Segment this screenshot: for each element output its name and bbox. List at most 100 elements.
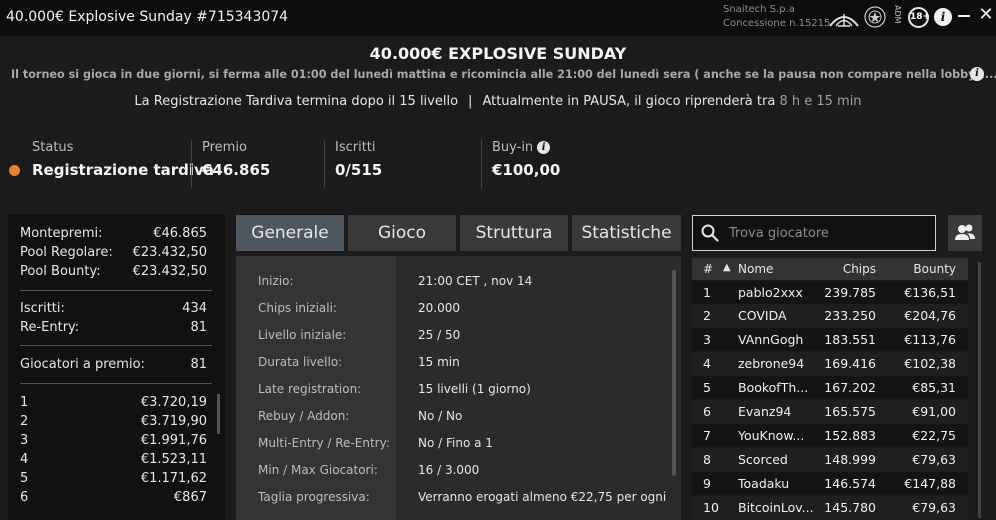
player-bounty: €102,38 xyxy=(904,356,956,371)
pool-bounty-label: Pool Bounty: xyxy=(20,264,101,279)
column-num-header[interactable]: # xyxy=(703,262,713,276)
sort-ascending-icon[interactable]: ▲ xyxy=(723,262,731,273)
player-bounty: €91,00 xyxy=(912,404,956,419)
info-key: Livello iniziale: xyxy=(258,328,347,342)
company-name: Snaitech S.p.a xyxy=(723,4,795,15)
payout-amount: €3.719,90 xyxy=(140,414,207,429)
info-tabs: Generale Gioco Struttura Statistiche xyxy=(236,215,681,251)
republic-seal-icon xyxy=(864,6,886,28)
info-icon[interactable]: i xyxy=(934,8,952,26)
table-row[interactable]: 4 zebrone94 169.416 €102,38 xyxy=(692,352,968,375)
table-row[interactable]: 8 Scorced 148.999 €79,63 xyxy=(692,448,968,471)
player-name: VAnnGogh xyxy=(738,332,804,347)
iscritti-count-value: 434 xyxy=(182,301,207,316)
column-chips-header[interactable]: Chips xyxy=(843,262,876,276)
player-rank: 5 xyxy=(703,380,711,395)
tournament-title: 40.000€ EXPLOSIVE SUNDAY xyxy=(369,44,627,63)
payout-position: 4 xyxy=(20,452,29,467)
users-icon xyxy=(955,224,975,240)
buyin-label: Buy-in xyxy=(492,140,534,155)
player-name: Toadaku xyxy=(738,476,790,491)
status-value: Registrazione tardiva xyxy=(32,161,214,179)
info-value: 25 / 50 xyxy=(418,328,461,342)
info-key: Rebuy / Addon: xyxy=(258,409,350,423)
friends-button[interactable] xyxy=(948,215,982,251)
iscritti-label: Iscritti xyxy=(335,140,376,155)
pool-bounty-value: €23.432,50 xyxy=(132,264,207,279)
player-bounty: €79,63 xyxy=(912,452,956,467)
info-key: Late registration: xyxy=(258,382,362,396)
player-rank: 10 xyxy=(703,500,719,515)
table-row[interactable]: 5 BookofTh... 167.202 €85,31 xyxy=(692,376,968,399)
player-chips: 165.575 xyxy=(824,404,876,419)
age-restriction-badge: 18+ xyxy=(908,7,930,28)
player-bounty: €85,31 xyxy=(912,380,956,395)
table-row[interactable]: 3 VAnnGogh 183.551 €113,76 xyxy=(692,328,968,351)
pool-regolare-value: €23.432,50 xyxy=(132,245,207,260)
payout-amount: €867 xyxy=(173,490,207,505)
player-bounty: €22,75 xyxy=(912,428,956,443)
tab-statistiche[interactable]: Statistiche xyxy=(572,215,681,251)
description-info-icon[interactable]: i xyxy=(970,67,984,81)
info-value: 21:00 CET , nov 14 xyxy=(418,274,533,288)
premio-label: Premio xyxy=(202,140,247,155)
payout-amount: €3.720,19 xyxy=(140,395,207,410)
table-row[interactable]: 9 Toadaku 146.574 €147,88 xyxy=(692,472,968,495)
column-name-header[interactable]: Nome xyxy=(738,262,773,276)
table-row[interactable]: 6 Evanz94 165.575 €91,00 xyxy=(692,400,968,423)
players-table: # ▲ Nome Chips Bounty 1 pablo2xxx 239.78… xyxy=(692,258,968,520)
info-key: Taglia progressiva: xyxy=(258,490,370,504)
payout-scrollbar[interactable] xyxy=(217,394,220,434)
players-scrollbar[interactable] xyxy=(978,262,981,518)
close-button[interactable]: ✕ xyxy=(977,5,995,25)
info-value: No / Fino a 1 xyxy=(418,436,493,450)
info-value: 15 min xyxy=(418,355,460,369)
info-scrollbar[interactable] xyxy=(672,270,676,476)
late-reg-text: La Registrazione Tardiva termina dopo il… xyxy=(134,94,459,109)
table-row[interactable]: 1 pablo2xxx 239.785 €136,51 xyxy=(692,281,968,304)
info-value: No / No xyxy=(418,409,463,423)
info-key: Durata livello: xyxy=(258,355,343,369)
company-info: Snaitech S.p.a Concessione n.15215 xyxy=(723,3,830,31)
buyin-info-icon[interactable]: i xyxy=(537,141,551,154)
window-title: 40.000€ Explosive Sunday #715343074 xyxy=(6,9,289,25)
divider xyxy=(20,290,212,291)
notice-separator: | xyxy=(468,94,473,109)
paid-players-label: Giocatori a premio: xyxy=(20,357,145,372)
info-value: Verranno erogati almeno €22,75 per ogni xyxy=(418,490,667,504)
buyin-value: €100,00 xyxy=(492,161,561,179)
column-bounty-header[interactable]: Bounty xyxy=(913,262,956,276)
iscritti-value: 0/515 xyxy=(335,161,383,179)
player-bounty: €79,63 xyxy=(912,500,956,515)
table-row[interactable]: 7 YouKnow... 152.883 €22,75 xyxy=(692,424,968,447)
player-chips: 183.551 xyxy=(824,332,876,347)
player-search-input[interactable] xyxy=(729,222,929,244)
player-chips: 239.785 xyxy=(824,285,876,300)
reentry-value: 81 xyxy=(190,320,207,335)
info-key: Min / Max Giocatori: xyxy=(258,463,378,477)
concession-number: Concessione n.15215 xyxy=(723,18,831,29)
player-name: zebrone94 xyxy=(738,356,805,371)
player-bounty: €204,76 xyxy=(904,308,956,323)
paid-players-value: 81 xyxy=(190,357,207,372)
tab-gioco[interactable]: Gioco xyxy=(348,215,456,251)
player-rank: 7 xyxy=(703,428,711,443)
tab-struttura[interactable]: Struttura xyxy=(460,215,568,251)
tab-generale[interactable]: Generale xyxy=(236,215,344,251)
montepremi-label: Montepremi: xyxy=(20,226,103,241)
pool-regolare-label: Pool Regolare: xyxy=(20,245,113,260)
adm-vertical-text: ADM xyxy=(893,5,902,24)
table-header: # ▲ Nome Chips Bounty xyxy=(692,258,968,280)
minimize-button[interactable] xyxy=(958,15,970,17)
player-rank: 6 xyxy=(703,404,711,419)
player-name: Scorced xyxy=(738,452,788,467)
premio-block: Premio €46.865 xyxy=(191,140,270,188)
divider xyxy=(20,383,212,384)
table-row[interactable]: 2 COVIDA 233.250 €204,76 xyxy=(692,304,968,327)
table-row[interactable]: 10 BitcoinLov... 145.780 €79,63 xyxy=(692,496,968,519)
player-rank: 2 xyxy=(703,308,711,323)
info-value: 16 / 3.000 xyxy=(418,463,480,477)
info-key: Multi-Entry / Re-Entry: xyxy=(258,436,390,450)
iscritti-count-label: Iscritti: xyxy=(20,301,65,316)
payout-amount: €1.171,62 xyxy=(140,471,207,486)
